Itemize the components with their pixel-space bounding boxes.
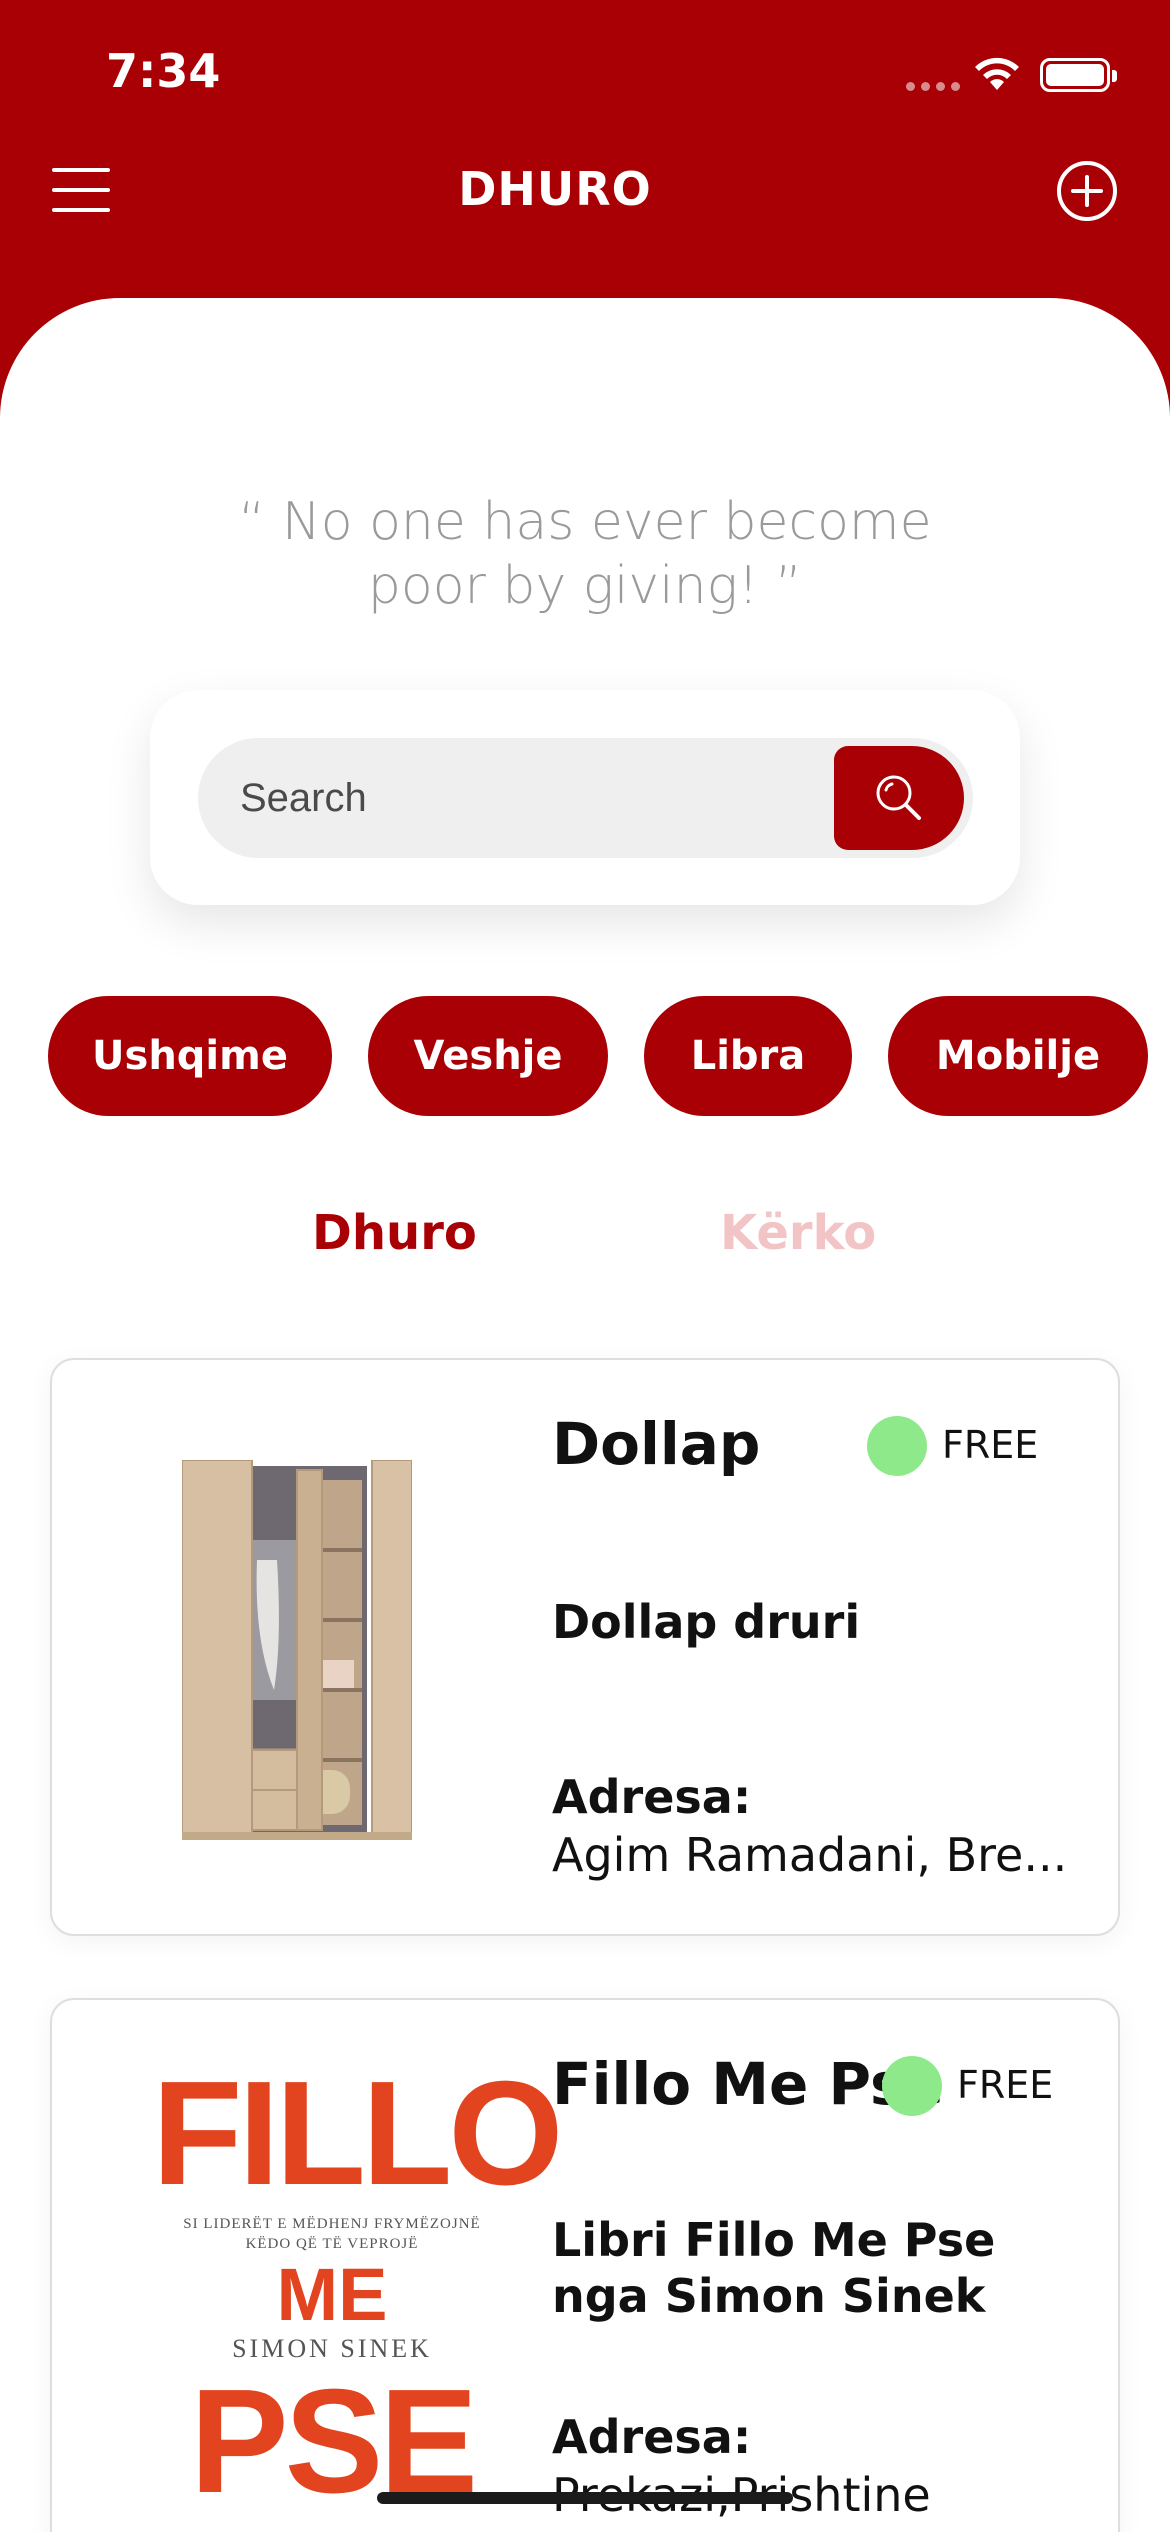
status-badge: FREE xyxy=(942,1423,1039,1467)
address-value: Agim Ramadani, Bre... xyxy=(552,1828,1068,1882)
category-chip-libra[interactable]: Libra xyxy=(644,996,852,1116)
search-button[interactable] xyxy=(834,746,964,850)
item-description: Dollap druri xyxy=(552,1595,861,1649)
search-input[interactable] xyxy=(198,738,838,858)
home-indicator[interactable] xyxy=(377,2492,793,2504)
item-card[interactable]: Dollap FREE Dollap druri Adresa: Agim Ra… xyxy=(50,1358,1120,1936)
plus-circle-icon[interactable] xyxy=(1056,160,1118,222)
address-label: Adresa: xyxy=(552,2410,752,2464)
cover-line2: ME xyxy=(276,2253,388,2336)
status-dot-icon xyxy=(882,2056,942,2116)
battery-icon xyxy=(1040,58,1117,92)
quote-text: “ No one has ever become poor by giving!… xyxy=(238,492,932,616)
book-cover-image: FILLO SI LIDERËT E MËDHENJ FRYMËZOJNË KË… xyxy=(152,2051,563,2532)
search-icon xyxy=(876,775,921,820)
item-card[interactable]: FILLO SI LIDERËT E MËDHENJ FRYMËZOJNË KË… xyxy=(50,1998,1120,2532)
status-dot-icon xyxy=(867,1416,927,1476)
search-card xyxy=(150,690,1020,905)
wardrobe-image xyxy=(182,1460,412,1840)
address-label: Adresa: xyxy=(552,1770,752,1824)
category-chip-mobilje[interactable]: Mobilje xyxy=(888,996,1148,1116)
search-field xyxy=(198,738,973,858)
status-time: 7:34 xyxy=(106,44,221,98)
tab-kerko[interactable]: Kërko xyxy=(720,1205,876,1261)
wifi-icon xyxy=(975,57,1019,90)
category-chip-veshje[interactable]: Veshje xyxy=(368,996,608,1116)
page-title: DHURO xyxy=(458,162,652,216)
status-badge: FREE xyxy=(957,2063,1054,2107)
category-chip-ushqime[interactable]: Ushqime xyxy=(48,996,332,1116)
item-title: Dollap xyxy=(552,1410,761,1478)
cover-line1: FILLO xyxy=(152,2051,563,2216)
item-description: Libri Fillo Me Pse nga Simon Sinek xyxy=(552,2213,996,2323)
cover-subtitle: SI LIDERËT E MËDHENJ FRYMËZOJNË KËDO QË … xyxy=(183,2216,481,2252)
cellular-signal-icon xyxy=(906,82,960,91)
category-chips: Ushqime Veshje Libra Mobilje xyxy=(48,996,1148,1116)
tab-dhuro[interactable]: Dhuro xyxy=(312,1205,477,1261)
